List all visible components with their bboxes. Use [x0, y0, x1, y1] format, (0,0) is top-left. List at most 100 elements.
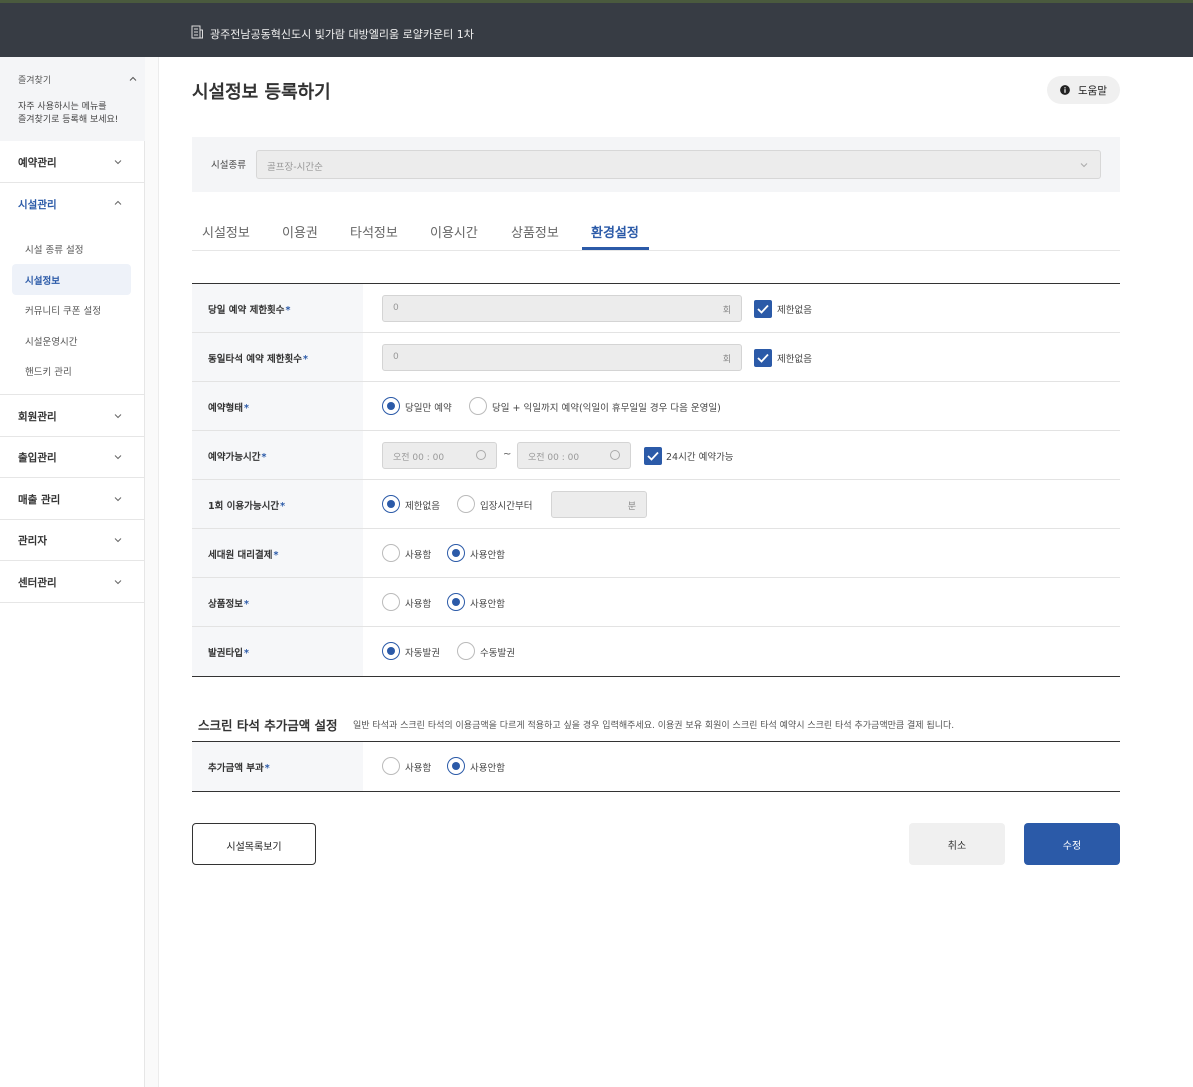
submenu-operating-hours[interactable]: 시설운영시간 — [12, 325, 131, 356]
unlimited-checkbox[interactable] — [754, 349, 772, 367]
sidebar-item-access[interactable]: 출입관리 — [0, 436, 145, 478]
radio-label: 수동발권 — [480, 648, 515, 659]
radio-not-use[interactable] — [447, 757, 465, 775]
sidebar-item-reservation[interactable]: 예약관리 — [0, 141, 145, 183]
facility-type-panel: 시설종류 골프장-시간순 — [192, 137, 1120, 192]
sidebar-item-label: 회원관리 — [18, 411, 57, 423]
radio-auto-ticket[interactable] — [382, 642, 400, 660]
tab-pass[interactable]: 이용권 — [282, 222, 318, 241]
tab-facility-info[interactable]: 시설정보 — [202, 222, 250, 241]
radio-manual-ticket[interactable] — [457, 642, 475, 660]
chevron-up-icon — [114, 200, 122, 205]
required-mark: * — [303, 354, 308, 365]
required-mark: * — [273, 550, 279, 561]
check-icon — [757, 353, 769, 363]
radio-next-day[interactable] — [469, 397, 487, 415]
facility-type-select[interactable]: 골프장-시간순 — [256, 150, 1101, 179]
input-value: 오전 00 : 00 — [393, 453, 445, 463]
sidebar-item-label: 예약관리 — [18, 157, 57, 169]
favorites-desc: 즐겨찾기로 등록해 보세요! — [18, 115, 119, 125]
checkbox-label: 제한없음 — [777, 354, 812, 365]
submenu-label: 커뮤니티 쿠폰 설정 — [25, 306, 101, 317]
submenu-facility-type[interactable]: 시설 종류 설정 — [12, 233, 131, 264]
form-row-reservable-time: 예약가능시간* 오전 00 : 00 ~ 오전 00 : 00 24시간 예약가… — [192, 431, 1120, 480]
save-button[interactable]: 수정 — [1024, 823, 1120, 865]
field-label: 발권타입 — [208, 648, 243, 659]
settings-form: 당일 예약 제한횟수* 0 회 제한없음 동일타석 예약 제한횟수* 0 회 제… — [192, 283, 1120, 677]
clock-icon — [476, 450, 486, 460]
radio-not-use[interactable] — [447, 593, 465, 611]
same-day-limit-input[interactable]: 0 회 — [382, 295, 742, 322]
page-title: 시설정보 등록하기 — [192, 82, 331, 103]
end-time-input[interactable]: 오전 00 : 00 — [517, 442, 631, 469]
radio-same-day-only[interactable] — [382, 397, 400, 415]
radio-from-entry[interactable] — [457, 495, 475, 513]
submenu-community-coupon[interactable]: 커뮤니티 쿠폰 설정 — [12, 294, 131, 325]
chevron-up-icon[interactable] — [129, 75, 137, 83]
submenu-facility-info[interactable]: 시설정보 — [12, 264, 131, 295]
section-description: 일반 타석과 스크린 타석의 이용금액을 다르게 적용하고 싶을 경우 입력해주… — [353, 721, 955, 731]
sidebar-item-facility[interactable]: 시설관리 — [0, 183, 145, 225]
field-label: 당일 예약 제한횟수 — [208, 305, 285, 316]
radio-label: 사용함 — [405, 763, 432, 774]
sidebar-item-label: 센터관리 — [18, 577, 57, 589]
radio-label: 사용안함 — [470, 599, 505, 610]
tab-usage-time[interactable]: 이용시간 — [430, 222, 478, 241]
tab-product-info[interactable]: 상품정보 — [511, 222, 559, 241]
radio-label: 제한없음 — [405, 501, 440, 512]
radio-label: 사용함 — [405, 599, 432, 610]
sidebar-item-members[interactable]: 회원관리 — [0, 395, 145, 437]
field-label: 세대원 대리결제 — [208, 550, 273, 561]
button-label: 수정 — [1062, 841, 1082, 852]
radio-use[interactable] — [382, 544, 400, 562]
required-mark: * — [243, 403, 249, 414]
required-mark: * — [285, 305, 291, 316]
checkbox-label: 24시간 예약가능 — [666, 452, 734, 463]
radio-label: 사용함 — [405, 550, 432, 561]
tab-settings[interactable]: 환경설정 — [591, 222, 639, 241]
help-button[interactable]: 도움말 — [1047, 76, 1120, 104]
check-icon — [757, 304, 769, 314]
form-row-same-day-limit: 당일 예약 제한횟수* 0 회 제한없음 — [192, 284, 1120, 333]
cancel-button[interactable]: 취소 — [909, 823, 1005, 865]
same-bay-limit-input[interactable]: 0 회 — [382, 344, 742, 371]
chevron-down-icon — [114, 414, 122, 419]
radio-label: 사용안함 — [470, 550, 505, 561]
radio-unlimited[interactable] — [382, 495, 400, 513]
favorites-panel: 즐겨찾기 자주 사용하시는 메뉴를 즐겨찾기로 등록해 보세요! — [0, 57, 145, 141]
sidebar-item-label: 매출 관리 — [18, 494, 61, 506]
facility-type-label: 시설종류 — [211, 160, 246, 171]
site-name: 광주전남공동혁신도시 빛가람 대방엘리움 로얄카운티 1차 — [210, 28, 474, 41]
tab-bay-info[interactable]: 타석정보 — [350, 222, 398, 241]
minutes-input[interactable]: 분 — [551, 491, 647, 518]
submenu-label: 핸드키 관리 — [25, 367, 72, 378]
chevron-down-icon — [1080, 163, 1088, 168]
clock-icon — [610, 450, 620, 460]
field-label: 1회 이용가능시간 — [208, 501, 280, 512]
submenu-handkey[interactable]: 핸드키 관리 — [12, 355, 131, 386]
chevron-down-icon — [114, 580, 122, 585]
form-row-usage-time: 1회 이용가능시간* 제한없음 입장시간부터 분 — [192, 480, 1120, 529]
chevron-down-icon — [114, 160, 122, 165]
start-time-input[interactable]: 오전 00 : 00 — [382, 442, 497, 469]
sidebar-item-admin[interactable]: 관리자 — [0, 519, 145, 561]
check-icon — [647, 451, 659, 461]
field-label: 예약가능시간 — [208, 452, 261, 463]
form-row-surcharge: 추가금액 부과* 사용함 사용안함 — [192, 742, 1120, 791]
radio-label: 당일 + 익일까지 예약(익일이 휴무일일 경우 다음 운영일) — [492, 403, 721, 414]
radio-use[interactable] — [382, 593, 400, 611]
required-mark: * — [264, 763, 270, 774]
sidebar-item-sales[interactable]: 매출 관리 — [0, 478, 145, 520]
24h-checkbox[interactable] — [644, 447, 662, 465]
chevron-down-icon — [114, 538, 122, 543]
facility-list-button[interactable]: 시설목록보기 — [192, 823, 316, 865]
required-mark: * — [243, 599, 249, 610]
form-row-reservation-type: 예약형태* 당일만 예약 당일 + 익일까지 예약(익일이 휴무일일 경우 다음… — [192, 382, 1120, 431]
radio-use[interactable] — [382, 757, 400, 775]
radio-not-use[interactable] — [447, 544, 465, 562]
unlimited-checkbox[interactable] — [754, 300, 772, 318]
field-label: 상품정보 — [208, 599, 243, 610]
facility-type-value: 골프장-시간순 — [267, 162, 323, 173]
sidebar-item-label: 시설관리 — [18, 199, 57, 211]
sidebar-item-center[interactable]: 센터관리 — [0, 561, 145, 603]
